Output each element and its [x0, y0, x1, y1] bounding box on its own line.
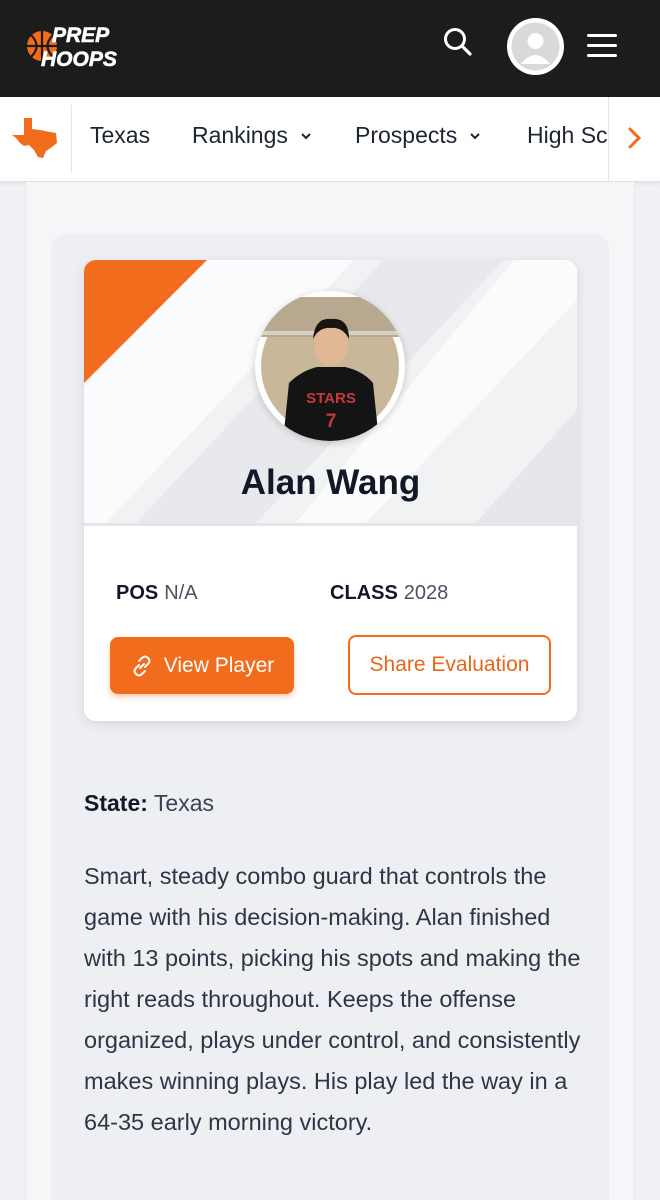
link-icon: [133, 655, 151, 676]
subnav-divider: [71, 105, 72, 173]
nav-item-label: Prospects: [355, 122, 458, 148]
player-card: STARS 7 Alan Wang POS N/A CLASS 2028 View …: [84, 260, 577, 721]
class-label: CLASS: [330, 582, 398, 604]
view-player-label: View Player: [163, 653, 275, 677]
chevron-down-icon: [301, 132, 311, 139]
nav-item-rankings[interactable]: Rankings: [192, 122, 312, 149]
chevron-right-icon: [628, 127, 642, 149]
prep-hoops-logo[interactable]: PREP HOOPS: [24, 18, 152, 76]
jersey-number: 7: [326, 411, 337, 432]
position-value: N/A: [164, 582, 198, 604]
jersey-text: STARS: [306, 390, 356, 407]
position-info: POS N/A: [116, 582, 198, 605]
nav-item-high-school[interactable]: High Sc: [527, 122, 608, 149]
hamburger-menu-icon[interactable]: [584, 30, 620, 62]
evaluation-text: Smart, steady combo guard that controls …: [84, 863, 581, 1135]
state-value: Texas: [153, 790, 214, 816]
user-avatar-icon[interactable]: [507, 18, 564, 75]
player-card-hero: STARS 7 Alan Wang: [84, 260, 577, 525]
nav-item-prospects[interactable]: Prospects: [355, 122, 481, 149]
texas-state-icon[interactable]: [10, 116, 60, 160]
class-value: 2028: [403, 582, 449, 604]
player-name: Alan Wang: [240, 463, 421, 502]
state-line: State: Texas: [84, 790, 214, 817]
nav-item-label: Texas: [90, 122, 151, 148]
nav-item-texas[interactable]: Texas: [90, 122, 150, 149]
state-label: State:: [84, 790, 148, 816]
share-evaluation-button[interactable]: Share Evaluation: [348, 635, 551, 695]
sub-navigation: Texas Rankings Prospects High Sc: [0, 97, 660, 182]
logo-line2: HOOPS: [41, 48, 117, 71]
class-info: CLASS 2028: [330, 582, 448, 605]
nav-item-label: Rankings: [192, 122, 288, 148]
nav-item-label: High Sc: [527, 122, 608, 148]
nav-scroll-right-button[interactable]: [608, 97, 660, 181]
logo-line1: PREP: [52, 24, 110, 47]
view-player-button[interactable]: View Player: [110, 637, 294, 694]
search-icon[interactable]: [440, 24, 476, 60]
share-evaluation-label: Share Evaluation: [369, 653, 530, 676]
top-header: PREP HOOPS: [0, 0, 660, 97]
card-divider: [84, 523, 577, 526]
player-photo: STARS 7: [255, 291, 405, 441]
position-label: POS: [116, 582, 159, 604]
chevron-down-icon: [470, 132, 480, 139]
